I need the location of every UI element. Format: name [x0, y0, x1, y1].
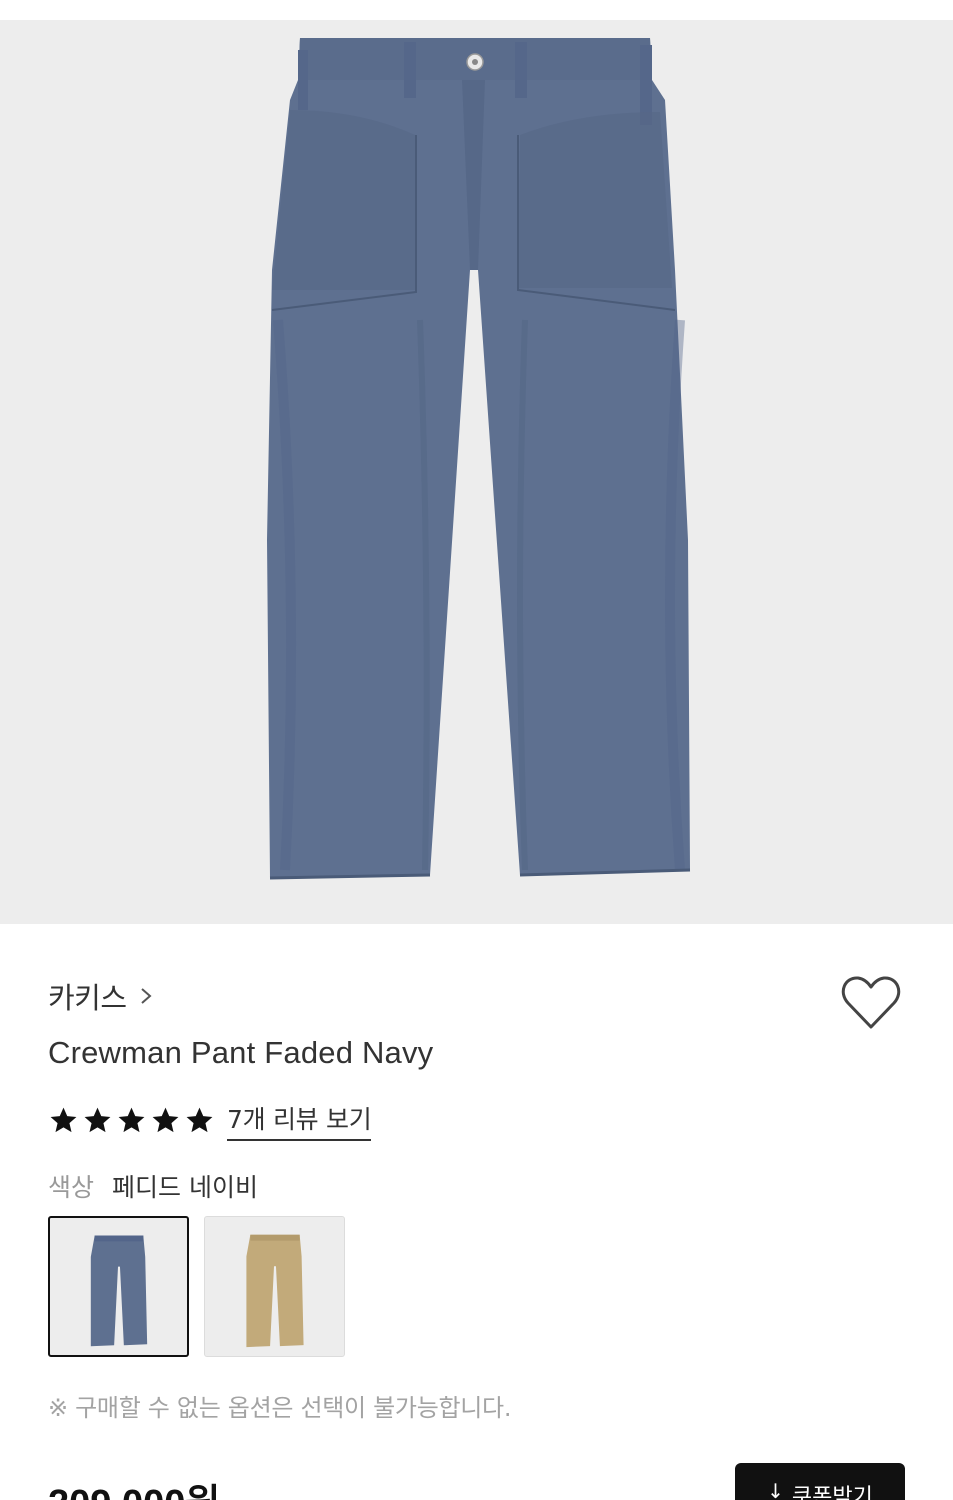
download-arrow-icon: ↓ — [767, 1479, 784, 1500]
star-icon — [186, 1107, 213, 1133]
swatch-navy[interactable] — [48, 1216, 189, 1357]
brand-name: 카키스 — [48, 981, 127, 1015]
pants-illustration — [267, 38, 691, 880]
star-icon — [84, 1107, 111, 1133]
khaki-pants-thumbnail — [246, 1234, 304, 1348]
color-label: 색상 — [48, 1173, 95, 1202]
navy-pants-thumbnail — [90, 1235, 148, 1347]
rating-row: 7개 리뷰 보기 — [48, 1100, 372, 1141]
star-icon — [152, 1107, 179, 1133]
coupon-button-label: 쿠폰받기 — [791, 1485, 873, 1500]
price: 209,000원 — [48, 1472, 220, 1500]
star-icon — [50, 1107, 77, 1133]
star-icon — [118, 1107, 145, 1133]
option-notice: ※ 구매할 수 없는 옵션은 선택이 불가능합니다. — [48, 1394, 512, 1422]
color-value: 페디드 네이비 — [112, 1173, 258, 1202]
product-title: Crewman Pant Faded Navy — [48, 1035, 434, 1070]
heart-icon[interactable] — [840, 975, 902, 1031]
product-image[interactable] — [0, 20, 953, 924]
chevron-right-icon — [140, 988, 152, 1004]
color-row: 색상 페디드 네이비 — [48, 1168, 258, 1204]
swatch-khaki[interactable] — [204, 1216, 345, 1357]
color-swatches — [48, 1216, 345, 1357]
star-rating — [48, 1105, 215, 1136]
review-link[interactable]: 7개 리뷰 보기 — [227, 1100, 372, 1141]
brand-link[interactable]: 카키스 — [48, 975, 153, 1017]
coupon-button[interactable]: ↓ 쿠폰받기 — [735, 1463, 905, 1500]
